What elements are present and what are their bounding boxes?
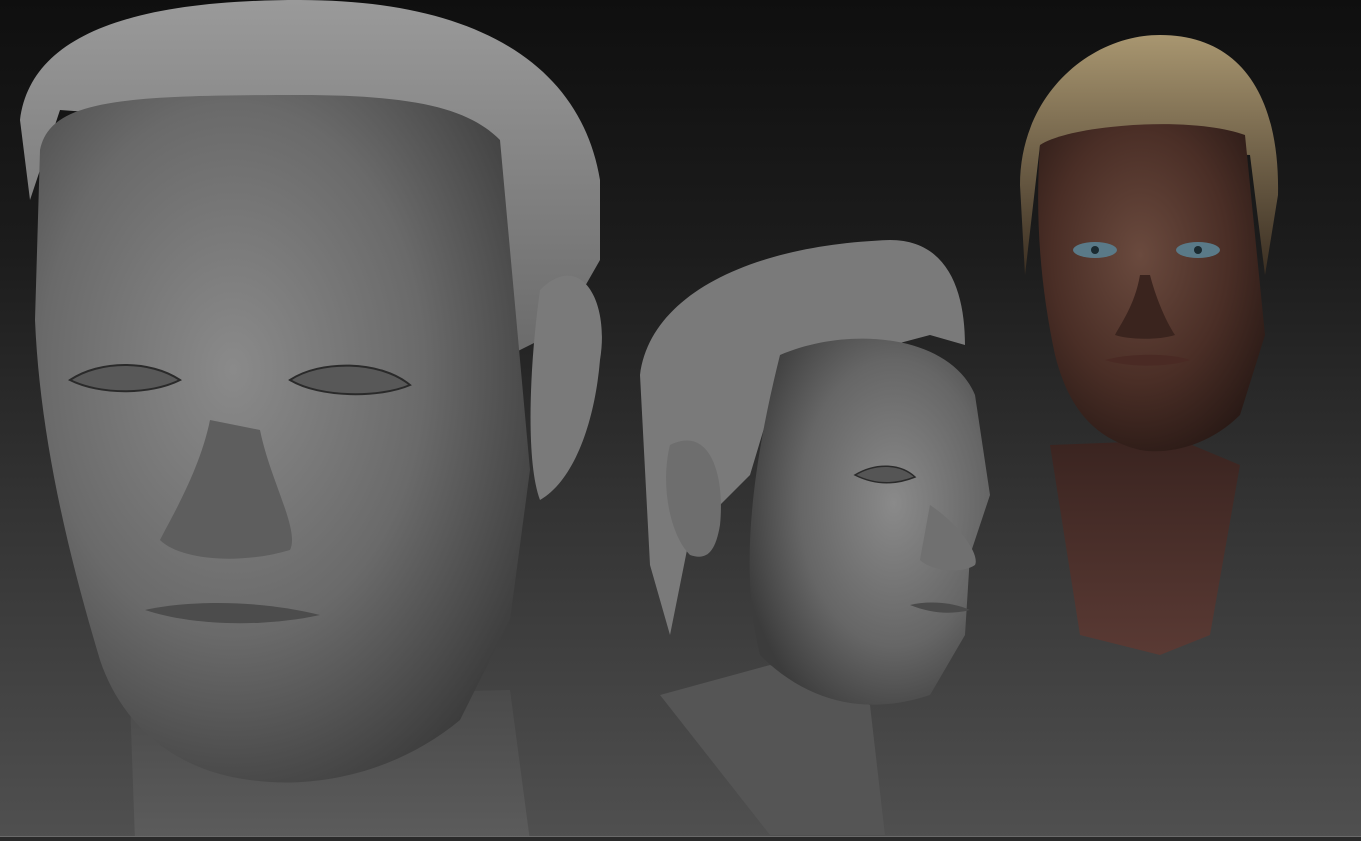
sculpt-head-three-quarter[interactable]	[630, 235, 1000, 841]
viewport-canvas[interactable]	[0, 0, 1361, 841]
textured-head-front-graphic	[1020, 35, 1279, 655]
viewport-bottom-border	[0, 836, 1361, 841]
sculpt-head-front[interactable]	[0, 0, 620, 841]
sculpt-head-three-quarter-graphic	[640, 240, 990, 835]
textured-head-front[interactable]	[1010, 35, 1290, 660]
sculpt-head-front-graphic	[20, 0, 602, 841]
